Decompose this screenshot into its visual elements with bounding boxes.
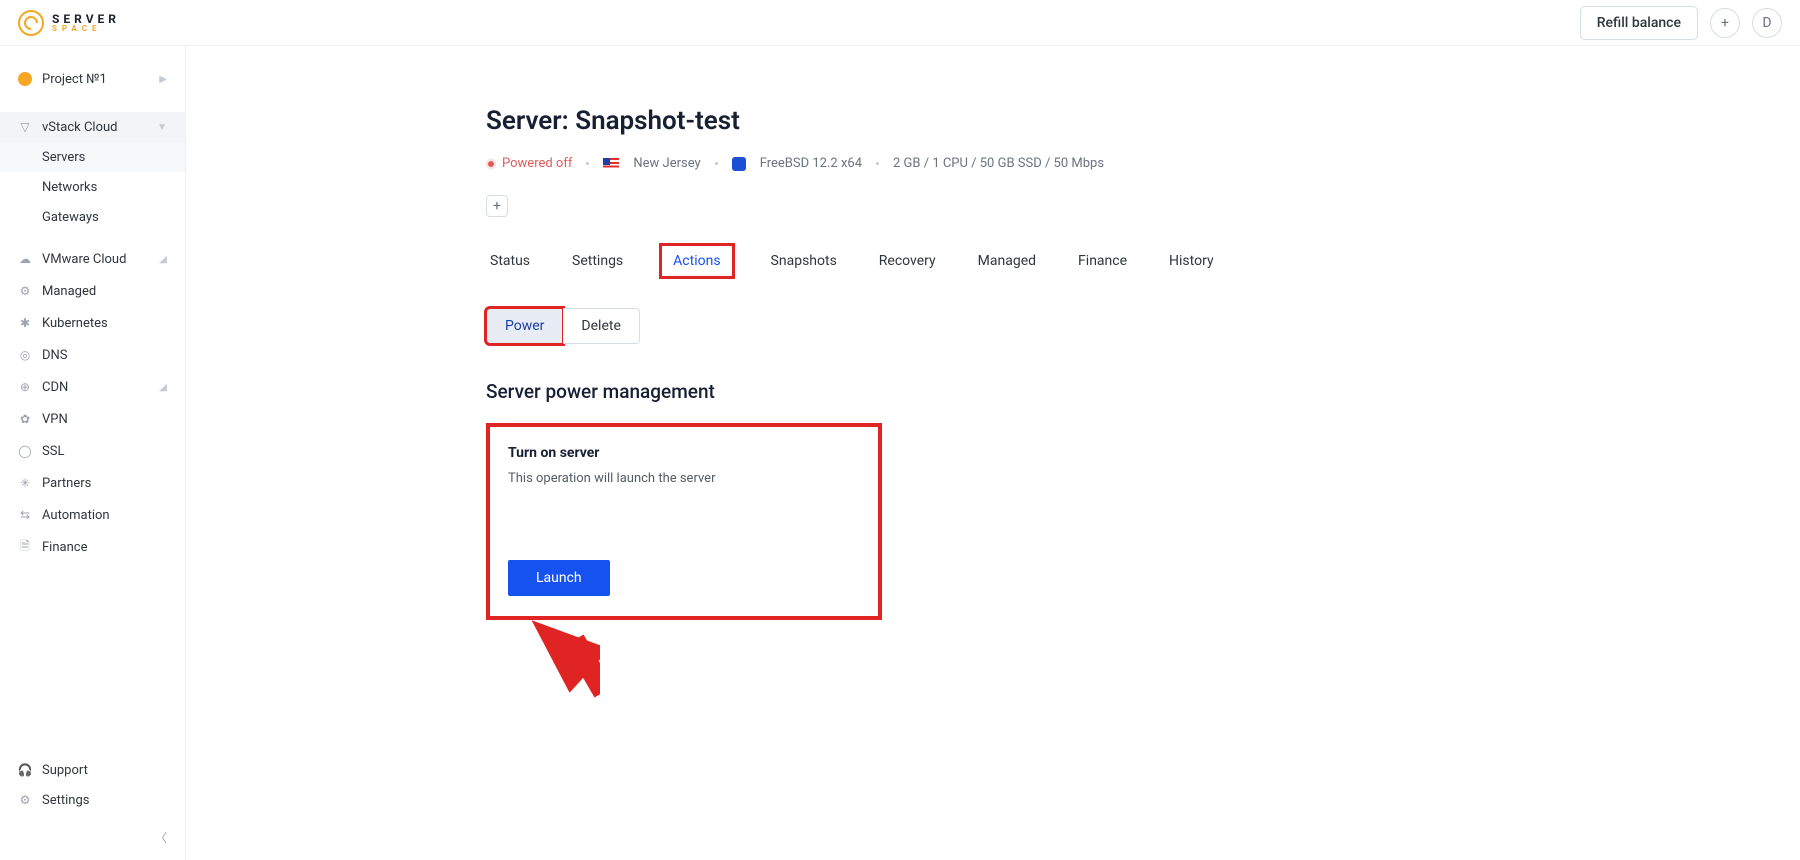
sidebar-vstack-label: vStack Cloud	[42, 120, 118, 135]
sidebar-settings[interactable]: ⚙ Settings	[0, 785, 185, 815]
tab-managed[interactable]: Managed	[974, 245, 1040, 277]
subtab-power[interactable]: Power	[486, 308, 563, 344]
topbar: SERVER SPACE Refill balance + D	[0, 0, 1800, 46]
vstack-icon: ▽	[18, 120, 32, 134]
cdn-icon: ⊕	[18, 380, 32, 394]
sidebar-section-kubernetes[interactable]: ✱ Kubernetes	[0, 308, 185, 338]
brand-logo[interactable]: SERVER SPACE	[18, 10, 120, 36]
sidebar-section-vstack[interactable]: ▽ vStack Cloud ▼	[0, 112, 185, 142]
section-heading: Server power management	[486, 380, 1800, 403]
automation-icon: ⇆	[18, 508, 32, 522]
add-tag-button[interactable]: +	[486, 195, 508, 217]
sidebar-ssl-label: SSL	[42, 444, 64, 459]
vpn-icon: ✿	[18, 412, 32, 426]
sidebar-section-vmware[interactable]: ☁ VMware Cloud ◢	[0, 244, 185, 274]
logo-mark-icon	[18, 10, 44, 36]
sidebar-support[interactable]: 🎧 Support	[0, 755, 185, 785]
project-icon	[18, 72, 32, 86]
sidebar-collapse-button[interactable]: 〈	[0, 815, 185, 860]
support-icon: 🎧	[18, 763, 32, 777]
tab-snapshots[interactable]: Snapshots	[767, 245, 841, 277]
sidebar-vpn-label: VPN	[42, 412, 68, 427]
sidebar-settings-label: Settings	[42, 793, 89, 808]
chevron-right-icon: ▶	[159, 74, 167, 85]
cloud-icon: ☁	[18, 252, 32, 266]
plus-icon: +	[1721, 15, 1729, 31]
sidebar: Project №1 ▶ ▽ vStack Cloud ▼ Servers Ne…	[0, 46, 186, 860]
user-avatar[interactable]: D	[1752, 8, 1782, 38]
tabs: Status Settings Actions Snapshots Recove…	[486, 245, 1800, 278]
sidebar-section-automation[interactable]: ⇆ Automation	[0, 500, 185, 530]
gear-icon: ⚙	[18, 793, 32, 807]
page-title: Server: Snapshot-test	[486, 106, 1800, 136]
managed-icon: ⚙	[18, 284, 32, 298]
action-subtabs: Power Delete	[486, 308, 1800, 344]
specs-text: 2 GB / 1 CPU / 50 GB SSD / 50 Mbps	[893, 156, 1104, 171]
sidebar-automation-label: Automation	[42, 508, 110, 523]
sidebar-partners-label: Partners	[42, 476, 91, 491]
sidebar-item-gateways[interactable]: Gateways	[0, 202, 185, 232]
sidebar-item-servers[interactable]: Servers	[0, 142, 185, 172]
flag-icon	[603, 158, 619, 170]
annotation-arrow-icon	[508, 596, 588, 686]
tab-history[interactable]: History	[1165, 245, 1218, 277]
sidebar-dns-label: DNS	[42, 348, 68, 363]
sidebar-managed-label: Managed	[42, 284, 96, 299]
chevron-down-icon: ▼	[157, 122, 167, 133]
separator-dot	[715, 162, 718, 165]
sidebar-vmware-label: VMware Cloud	[42, 252, 126, 267]
sidebar-section-cdn[interactable]: ⊕ CDN ◢	[0, 372, 185, 402]
project-selector[interactable]: Project №1 ▶	[0, 64, 185, 94]
separator-dot	[876, 162, 879, 165]
chevron-icon: ◢	[159, 254, 167, 265]
tab-settings[interactable]: Settings	[568, 245, 627, 277]
chevron-left-icon: 〈	[155, 831, 167, 845]
partners-icon: ✳	[18, 476, 32, 490]
sidebar-item-networks[interactable]: Networks	[0, 172, 185, 202]
dns-icon: ◎	[18, 348, 32, 362]
tab-status[interactable]: Status	[486, 245, 534, 277]
os-text: FreeBSD 12.2 x64	[760, 156, 862, 171]
sidebar-section-vpn[interactable]: ✿ VPN	[0, 404, 185, 434]
brand-name-sub: SPACE	[52, 25, 120, 33]
card-title: Turn on server	[508, 445, 860, 461]
shield-icon: ◯	[18, 444, 32, 458]
sidebar-finance-label: Finance	[42, 540, 87, 555]
location-text: New Jersey	[633, 156, 700, 171]
refill-balance-button[interactable]: Refill balance	[1580, 6, 1698, 40]
launch-button[interactable]: Launch	[508, 560, 610, 596]
brand-name: SERVER SPACE	[52, 13, 120, 33]
project-label: Project №1	[42, 72, 107, 87]
sidebar-section-finance[interactable]: 🗎 Finance	[0, 532, 185, 562]
add-button[interactable]: +	[1710, 8, 1740, 38]
chevron-icon: ◢	[159, 382, 167, 393]
tab-actions[interactable]: Actions	[661, 245, 732, 277]
status-badge: Powered off	[486, 156, 572, 171]
sidebar-section-managed[interactable]: ⚙ Managed	[0, 276, 185, 306]
sidebar-cdn-label: CDN	[42, 380, 68, 395]
sidebar-section-ssl[interactable]: ◯ SSL	[0, 436, 185, 466]
finance-icon: 🗎	[18, 540, 32, 554]
tab-recovery[interactable]: Recovery	[875, 245, 940, 277]
sidebar-k8s-label: Kubernetes	[42, 316, 108, 331]
kubernetes-icon: ✱	[18, 316, 32, 330]
main-content: Server: Snapshot-test Powered off New Je…	[186, 46, 1800, 860]
tab-finance[interactable]: Finance	[1074, 245, 1131, 277]
os-icon	[732, 157, 746, 171]
subtab-delete[interactable]: Delete	[563, 308, 639, 344]
card-description: This operation will launch the server	[508, 471, 860, 486]
server-meta: Powered off New Jersey FreeBSD 12.2 x64 …	[486, 156, 1800, 171]
plus-icon: +	[493, 198, 501, 214]
power-card: Turn on server This operation will launc…	[486, 423, 882, 620]
sidebar-section-partners[interactable]: ✳ Partners	[0, 468, 185, 498]
separator-dot	[586, 162, 589, 165]
sidebar-section-dns[interactable]: ◎ DNS	[0, 340, 185, 370]
sidebar-support-label: Support	[42, 763, 88, 778]
